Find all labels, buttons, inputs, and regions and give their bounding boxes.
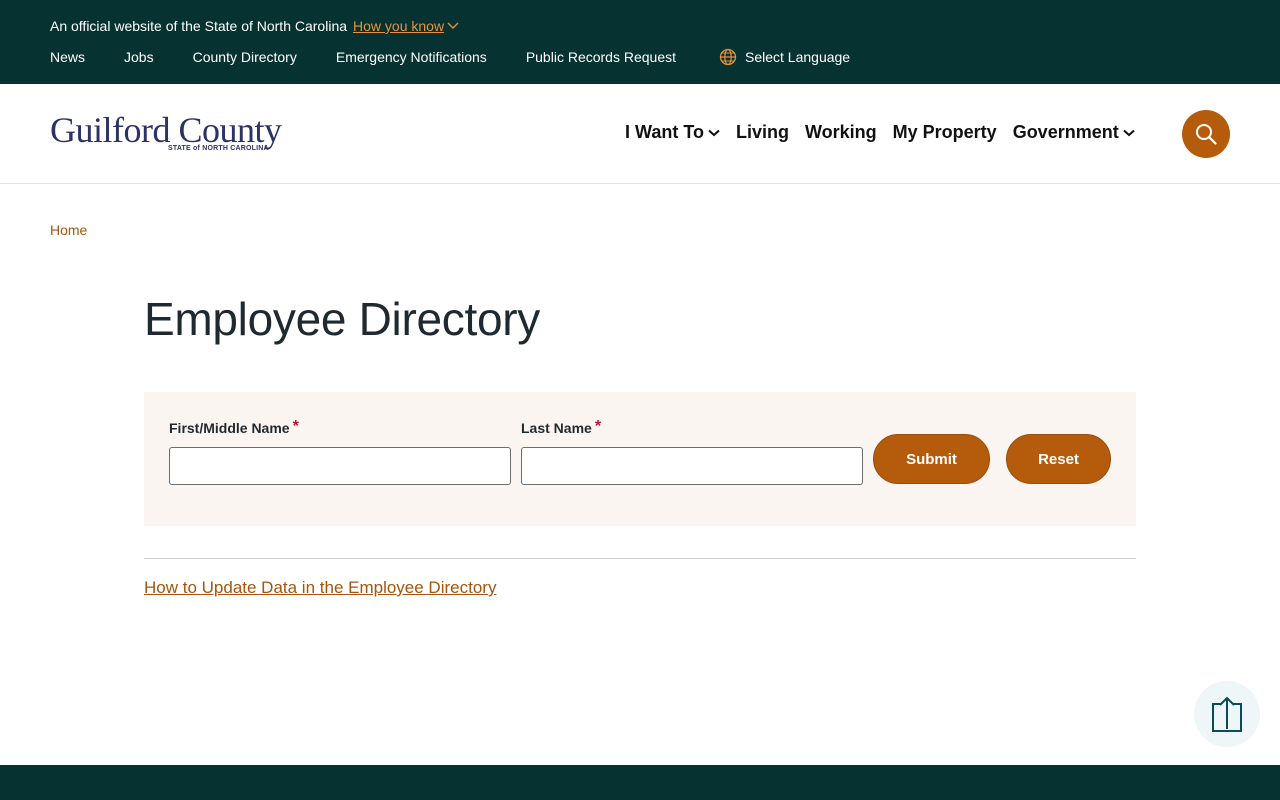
reset-button[interactable]: Reset [1006,434,1111,484]
first-name-input[interactable] [169,447,511,485]
last-name-label: Last Name * [521,418,863,440]
select-language-label: Select Language [745,49,851,65]
nav-working[interactable]: Working [805,122,877,143]
first-name-label: First/Middle Name * [169,418,511,440]
breadcrumb-home[interactable]: Home [50,222,87,238]
required-marker: * [292,418,299,435]
guilford-county-logo[interactable]: Guilford County STATE of NORTH CAROLINA [50,112,300,156]
last-name-label-text: Last Name [521,420,592,436]
logo-subtitle: STATE of NORTH CAROLINA [168,145,269,152]
search-icon [1196,124,1217,145]
update-data-help-link[interactable]: How to Update Data in the Employee Direc… [144,578,496,598]
select-language-button[interactable]: Select Language [719,48,850,66]
nav-i-want-to[interactable]: I Want To [625,122,720,143]
divider [144,558,1136,559]
site-footer [0,765,1280,800]
search-button[interactable] [1182,110,1230,158]
official-notice: An official website of the State of Nort… [50,18,459,34]
page-title: Employee Directory [144,293,540,345]
site-header: Guilford County STATE of NORTH CAROLINA … [0,84,1280,184]
arrow-up-icon [1212,696,1242,732]
main-nav: I Want To Living Working My Property Gov… [625,122,1151,143]
utility-link-public-records[interactable]: Public Records Request [526,49,676,65]
required-marker: * [594,418,602,435]
nav-government-label: Government [1012,122,1119,142]
logo-wordmark: Guilford County [50,110,282,150]
nav-working-label: Working [804,122,877,142]
last-name-field-group: Last Name * [521,418,863,485]
nav-my-property[interactable]: My Property [893,122,997,143]
utility-link-emergency-notifications[interactable]: Emergency Notifications [336,49,487,65]
nav-government[interactable]: Government [1013,122,1135,143]
nav-living[interactable]: Living [736,122,789,143]
first-name-field-group: First/Middle Name * [169,418,511,485]
nav-living-label: Living [735,122,789,142]
official-banner: An official website of the State of Nort… [0,0,1280,84]
chevron-down-icon [708,129,720,136]
official-text: An official website of the State of Nort… [50,18,348,34]
first-name-label-text: First/Middle Name [169,420,290,436]
last-name-input[interactable] [521,447,863,485]
utility-link-jobs[interactable]: Jobs [124,49,154,65]
back-to-top-button[interactable] [1194,681,1260,747]
globe-icon [719,48,737,66]
employee-search-form: First/Middle Name * Last Name * Submit Res… [144,392,1136,526]
utility-link-county-directory[interactable]: County Directory [193,49,297,65]
chevron-down-icon [1123,129,1135,136]
utility-link-news[interactable]: News [50,49,85,65]
nav-i-want-to-label: I Want To [625,122,704,142]
how-you-know-toggle[interactable]: How you know [353,18,459,34]
submit-button[interactable]: Submit [873,434,990,484]
chevron-down-icon [447,22,459,29]
nav-my-property-label: My Property [892,122,997,142]
utility-nav: News Jobs County Directory Emergency Not… [50,48,850,66]
how-you-know-label: How you know [353,18,445,34]
